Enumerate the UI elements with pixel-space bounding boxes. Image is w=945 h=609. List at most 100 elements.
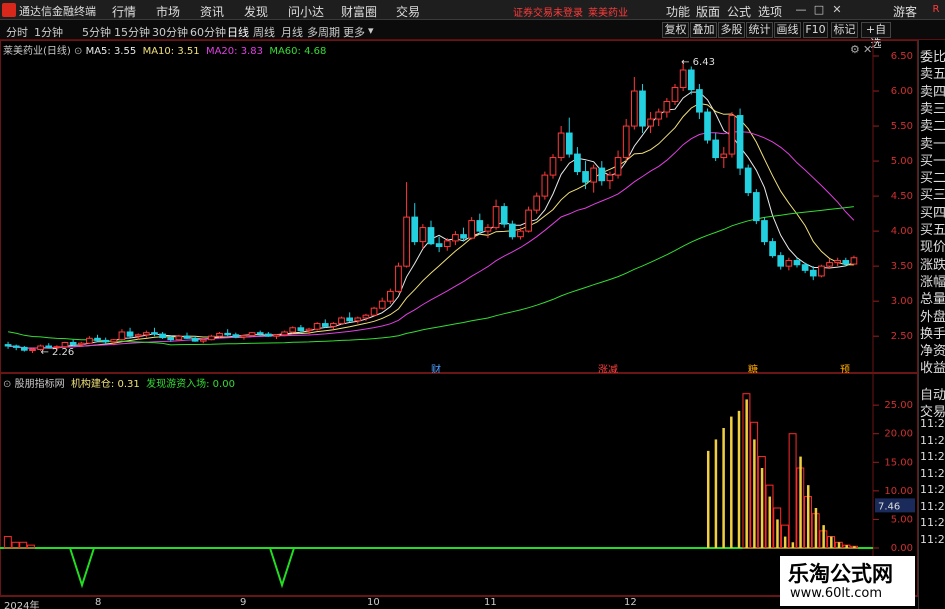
user-guest[interactable]: 游客 [893, 3, 917, 20]
button-huaxian[interactable]: 画线 [774, 22, 801, 38]
ytick-label: 4.00 [891, 226, 913, 237]
candle [427, 220, 435, 246]
period-60min[interactable]: 60分钟 [190, 24, 226, 40]
maximize-button[interactable]: □ [812, 3, 826, 17]
menu-gongneng[interactable]: 功能 [666, 3, 690, 20]
candle [557, 126, 565, 162]
side-item[interactable]: 现价 [920, 236, 945, 253]
button-biaoji[interactable]: 标记 [831, 22, 858, 38]
menu-gongshi[interactable]: 公式 [727, 3, 751, 20]
button-duogu[interactable]: 多股 [718, 22, 745, 38]
candle [590, 164, 598, 193]
red-bar [26, 544, 35, 549]
candle-body [346, 317, 354, 322]
button-tongji[interactable]: 统计 [746, 22, 773, 38]
candle [752, 189, 760, 225]
side-item[interactable]: 买五 [920, 219, 945, 236]
side-item[interactable]: 涨幅 [920, 271, 945, 288]
period-multi[interactable]: 多周期 [307, 24, 340, 40]
side-item[interactable]: 净资 [920, 340, 945, 357]
period-15min[interactable]: 15分钟 [114, 24, 150, 40]
candle-body [639, 90, 646, 127]
period-5min[interactable]: 5分钟 [82, 24, 111, 40]
candle-body [216, 332, 223, 337]
candle-body [264, 333, 272, 337]
candle-body [704, 111, 711, 141]
menu-xuanxiang[interactable]: 选项 [758, 3, 782, 20]
ytick-label: 5.50 [891, 121, 913, 132]
side-item[interactable]: 买三 [920, 184, 945, 201]
login-warning[interactable]: 证券交易未登录 [513, 4, 583, 19]
side-tick-time: 11:27 [920, 433, 945, 447]
side-auto-trade[interactable]: 交易 [920, 401, 945, 418]
candle [411, 203, 419, 246]
candle-body [777, 255, 785, 267]
side-item[interactable]: 换手 [920, 323, 945, 340]
candle [671, 84, 679, 106]
side-item[interactable]: 总量 [920, 288, 945, 305]
button-add-watchlist[interactable]: +自选 [861, 22, 891, 50]
candle [240, 334, 248, 340]
button-fuquan[interactable]: 复权 [662, 22, 689, 38]
side-item[interactable]: 卖二 [920, 115, 945, 132]
minimize-button[interactable]: — [794, 3, 808, 17]
side-item[interactable]: 卖五 [920, 63, 945, 80]
period-daily[interactable]: 日线 [227, 24, 249, 40]
side-item[interactable]: 卖三 [920, 98, 945, 115]
candle-body [826, 262, 833, 267]
candle-body [809, 269, 817, 277]
candle [565, 117, 573, 158]
side-item[interactable]: 外盘 [920, 306, 945, 323]
side-tick-time: 11:27 [920, 466, 945, 480]
period-monthly[interactable]: 月线 [281, 24, 303, 40]
candle-body [541, 174, 549, 197]
close-button[interactable]: ✕ [830, 3, 844, 17]
side-item[interactable]: 买四 [920, 202, 945, 219]
side-item[interactable]: 买一 [920, 150, 945, 167]
side-item[interactable]: 委比 [920, 46, 945, 63]
side-auto-trade[interactable]: 自动 [920, 384, 945, 401]
candle-body [118, 331, 126, 341]
period-more[interactable]: 更多 [343, 24, 365, 40]
ytick-label: 4.50 [891, 191, 913, 202]
xtick-11: 11 [484, 597, 497, 608]
candle-body [435, 243, 443, 248]
side-item[interactable]: 涨跌 [920, 254, 945, 271]
period-more-arrow-icon[interactable]: ▾ [368, 24, 374, 37]
candle-body [256, 332, 264, 335]
period-1min[interactable]: 1分钟 [34, 24, 63, 40]
menu-jiaoyi[interactable]: 交易 [396, 3, 420, 20]
candle-body [728, 115, 736, 155]
side-item[interactable]: 卖四 [920, 81, 945, 98]
menu-caifuquan[interactable]: 财富圈 [341, 3, 377, 20]
button-diejia[interactable]: 叠加 [690, 22, 717, 38]
candle [720, 147, 728, 169]
candle [687, 66, 695, 95]
period-weekly[interactable]: 周线 [253, 24, 275, 40]
menu-shichang[interactable]: 市场 [156, 3, 180, 20]
menu-wenxiaoda[interactable]: 问小达 [288, 3, 324, 20]
candle-body [313, 323, 321, 330]
max-price-annotation: ← 6.43 [681, 57, 715, 68]
candle-body [370, 307, 378, 316]
menu-hangqing[interactable]: 行情 [112, 3, 136, 20]
candle [574, 147, 581, 176]
period-fenshi[interactable]: 分时 [6, 24, 28, 40]
button-f10[interactable]: F10 [803, 22, 828, 38]
menu-faxian[interactable]: 发现 [244, 3, 268, 20]
r-badge[interactable]: R [929, 3, 943, 17]
side-item[interactable]: 买二 [920, 167, 945, 184]
candle [704, 108, 711, 144]
candlestick-chart[interactable]: 2.50 3.00 3.50 4.00 4.50 5.00 5.50 6.00 6.50 ← 6.… [0, 40, 918, 373]
candle [321, 319, 329, 328]
candle-body [183, 335, 191, 339]
candle-body [321, 323, 329, 327]
side-item[interactable]: 收益 [920, 357, 945, 374]
menu-zixun[interactable]: 资讯 [200, 3, 224, 20]
side-item[interactable]: 卖一 [920, 133, 945, 150]
candle-body [20, 346, 28, 351]
period-30min[interactable]: 30分钟 [152, 24, 188, 40]
menu-banmian[interactable]: 版面 [696, 3, 720, 20]
dip-signal [269, 547, 295, 589]
yellow-bar [768, 496, 772, 548]
